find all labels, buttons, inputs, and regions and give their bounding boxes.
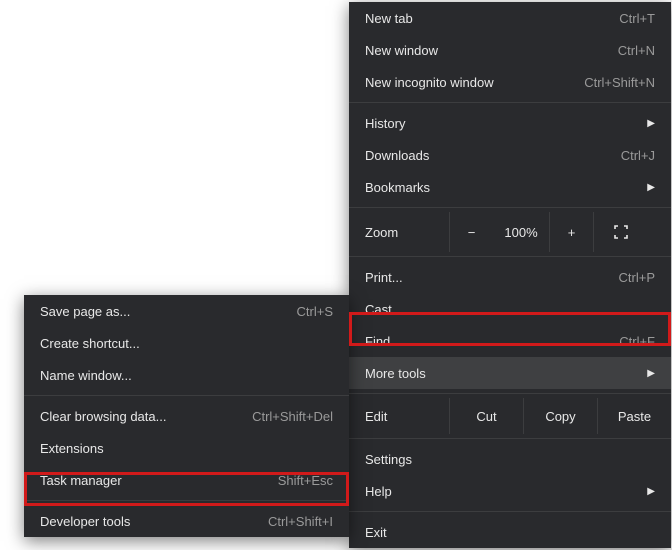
menu-item-help[interactable]: Help ▶	[349, 475, 671, 507]
menu-label: Save page as...	[40, 304, 297, 319]
chevron-right-icon: ▶	[647, 118, 655, 129]
menu-label: Name window...	[40, 368, 333, 383]
menu-item-new-incognito[interactable]: New incognito window Ctrl+Shift+N	[349, 66, 671, 98]
menu-shortcut: Ctrl+N	[618, 43, 655, 58]
fullscreen-icon	[614, 225, 628, 239]
menu-item-more-tools[interactable]: More tools ▶	[349, 357, 671, 389]
plus-icon: +	[568, 225, 576, 240]
menu-item-settings[interactable]: Settings	[349, 443, 671, 475]
chevron-right-icon: ▶	[647, 368, 655, 379]
menu-shortcut: Ctrl+P	[619, 270, 655, 285]
menu-item-developer-tools[interactable]: Developer tools Ctrl+Shift+I	[24, 505, 349, 537]
separator	[349, 393, 671, 394]
menu-label: Create shortcut...	[40, 336, 333, 351]
menu-shortcut: Shift+Esc	[278, 473, 333, 488]
more-tools-submenu: Save page as... Ctrl+S Create shortcut..…	[24, 295, 349, 537]
menu-item-edit: Edit Cut Copy Paste	[349, 398, 671, 434]
minus-icon: −	[468, 225, 476, 240]
separator	[349, 438, 671, 439]
menu-label: Task manager	[40, 473, 278, 488]
zoom-in-button[interactable]: +	[549, 212, 593, 252]
menu-label: Bookmarks	[365, 180, 639, 195]
menu-shortcut: Ctrl+T	[619, 11, 655, 26]
menu-label: Print...	[365, 270, 619, 285]
menu-label: Find...	[365, 334, 619, 349]
menu-label: Exit	[365, 525, 655, 540]
paste-button[interactable]: Paste	[597, 398, 671, 434]
separator	[24, 500, 349, 501]
menu-label: New window	[365, 43, 618, 58]
menu-item-history[interactable]: History ▶	[349, 107, 671, 139]
menu-label: Settings	[365, 452, 655, 467]
edit-label: Edit	[365, 409, 387, 424]
fullscreen-button[interactable]	[593, 212, 647, 252]
menu-label: Developer tools	[40, 514, 268, 529]
menu-label: Extensions	[40, 441, 333, 456]
separator	[349, 207, 671, 208]
menu-shortcut: Ctrl+S	[297, 304, 333, 319]
menu-item-find[interactable]: Find... Ctrl+F	[349, 325, 671, 357]
menu-item-zoom: Zoom − 100% +	[349, 212, 671, 252]
menu-item-exit[interactable]: Exit	[349, 516, 671, 548]
cut-button[interactable]: Cut	[449, 398, 523, 434]
menu-label: Help	[365, 484, 639, 499]
menu-item-cast[interactable]: Cast...	[349, 293, 671, 325]
menu-label: Clear browsing data...	[40, 409, 252, 424]
menu-item-new-window[interactable]: New window Ctrl+N	[349, 34, 671, 66]
menu-item-save-page-as[interactable]: Save page as... Ctrl+S	[24, 295, 349, 327]
menu-item-bookmarks[interactable]: Bookmarks ▶	[349, 171, 671, 203]
menu-label: History	[365, 116, 639, 131]
menu-item-extensions[interactable]: Extensions	[24, 432, 349, 464]
menu-shortcut: Ctrl+F	[619, 334, 655, 349]
chevron-right-icon: ▶	[647, 486, 655, 497]
menu-item-clear-browsing-data[interactable]: Clear browsing data... Ctrl+Shift+Del	[24, 400, 349, 432]
menu-item-new-tab[interactable]: New tab Ctrl+T	[349, 2, 671, 34]
separator	[349, 102, 671, 103]
menu-label: New tab	[365, 11, 619, 26]
zoom-percent: 100%	[493, 212, 549, 252]
menu-label: Downloads	[365, 148, 621, 163]
separator	[349, 511, 671, 512]
main-menu: New tab Ctrl+T New window Ctrl+N New inc…	[349, 2, 671, 548]
menu-shortcut: Ctrl+Shift+Del	[252, 409, 333, 424]
menu-item-print[interactable]: Print... Ctrl+P	[349, 261, 671, 293]
menu-shortcut: Ctrl+Shift+N	[584, 75, 655, 90]
menu-item-task-manager[interactable]: Task manager Shift+Esc	[24, 464, 349, 496]
paste-label: Paste	[618, 409, 651, 424]
zoom-label: Zoom	[365, 225, 398, 240]
menu-item-downloads[interactable]: Downloads Ctrl+J	[349, 139, 671, 171]
menu-label: More tools	[365, 366, 639, 381]
menu-shortcut: Ctrl+Shift+I	[268, 514, 333, 529]
separator	[24, 395, 349, 396]
cut-label: Cut	[476, 409, 496, 424]
menu-label: Cast...	[365, 302, 655, 317]
menu-item-name-window[interactable]: Name window...	[24, 359, 349, 391]
separator	[349, 256, 671, 257]
copy-button[interactable]: Copy	[523, 398, 597, 434]
zoom-value: 100%	[504, 225, 537, 240]
chevron-right-icon: ▶	[647, 182, 655, 193]
copy-label: Copy	[545, 409, 575, 424]
menu-item-create-shortcut[interactable]: Create shortcut...	[24, 327, 349, 359]
menu-shortcut: Ctrl+J	[621, 148, 655, 163]
menu-label: New incognito window	[365, 75, 584, 90]
zoom-out-button[interactable]: −	[449, 212, 493, 252]
